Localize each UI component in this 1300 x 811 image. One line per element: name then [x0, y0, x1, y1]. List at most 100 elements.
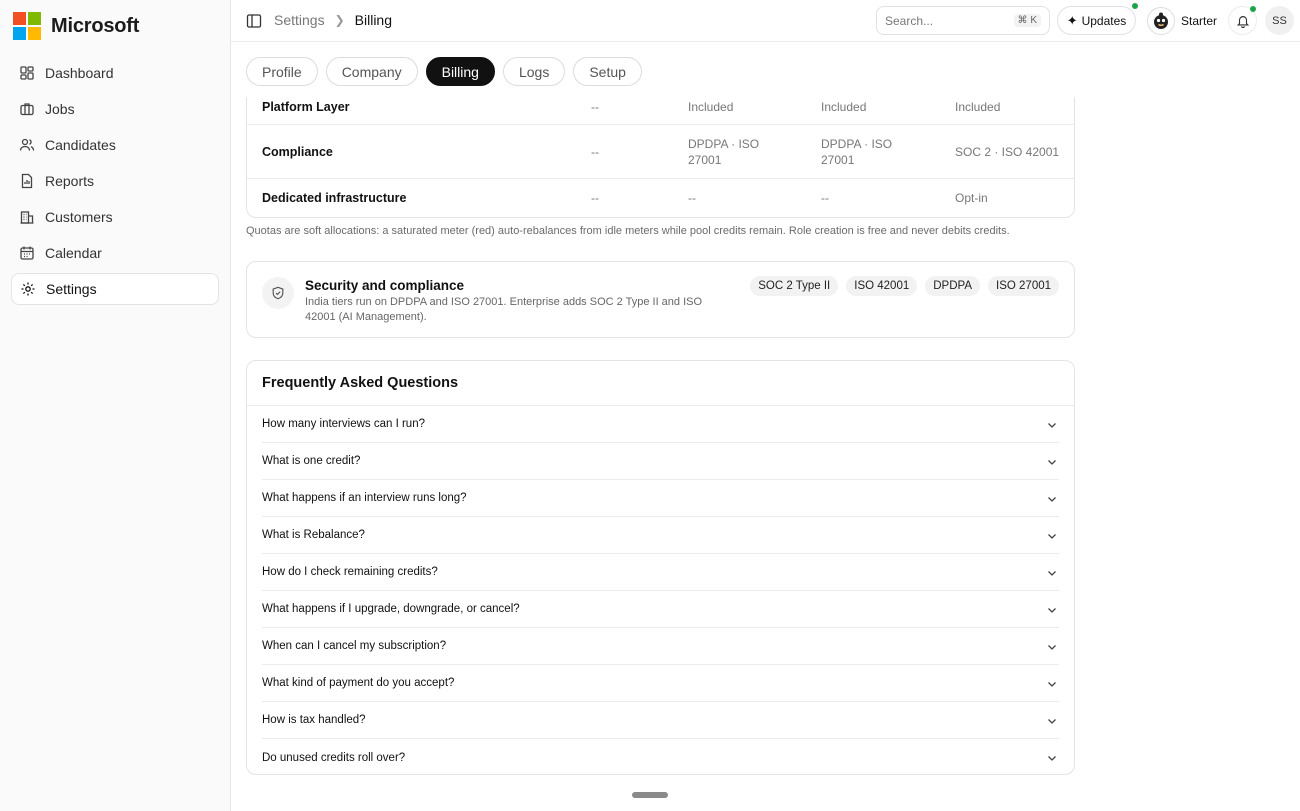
sidebar-item-customers[interactable]: Customers: [11, 201, 219, 233]
gear-icon: [21, 282, 35, 296]
notifications-dot: [1250, 6, 1256, 12]
table-cell: --: [821, 191, 829, 205]
faq-question: How do I check remaining credits?: [262, 566, 438, 578]
compliance-badge: DPDPA: [925, 276, 981, 296]
faq-item[interactable]: What is Rebalance?: [262, 517, 1059, 554]
tab-setup[interactable]: Setup: [573, 57, 642, 86]
search-input[interactable]: Search... ⌘ K: [876, 6, 1050, 35]
faq-item[interactable]: How is tax handled?: [262, 702, 1059, 739]
security-compliance-card: Security and compliance India tiers run …: [246, 261, 1075, 338]
users-icon: [19, 138, 35, 151]
table-cell: SOC 2 · ISO 42001: [955, 145, 1060, 159]
table-cell: Included: [955, 100, 1001, 114]
chevron-down-icon: [1048, 423, 1056, 428]
briefcase-icon: [20, 103, 34, 116]
chevron-down-icon: [1048, 756, 1056, 761]
table-cell: --: [591, 145, 599, 159]
faq-item[interactable]: What is one credit?: [262, 443, 1059, 480]
quota-note: Quotas are soft allocations: a saturated…: [246, 225, 1010, 237]
faq-question: What happens if I upgrade, downgrade, or…: [262, 603, 520, 615]
tab-profile[interactable]: Profile: [246, 57, 318, 86]
table-cell: Opt-in: [955, 191, 988, 205]
search-shortcut: ⌘ K: [1013, 14, 1041, 27]
compliance-badge: ISO 42001: [846, 276, 918, 296]
faq-question: What kind of payment do you accept?: [262, 677, 455, 689]
chevron-down-icon: [1048, 571, 1056, 576]
sidebar-item-dashboard[interactable]: Dashboard: [11, 57, 219, 89]
sidebar-toggle-icon[interactable]: [246, 13, 262, 29]
feature-name: Dedicated infrastructure: [262, 191, 407, 205]
faq-question: What happens if an interview runs long?: [262, 492, 467, 504]
breadcrumb: Settings ❯ Billing: [274, 12, 392, 28]
plan-switcher[interactable]: Starter: [1147, 6, 1217, 35]
table-cell: Included: [688, 100, 734, 114]
updates-notification-dot: [1132, 3, 1138, 9]
sidebar-item-label: Reports: [45, 173, 95, 189]
table-row: Dedicated infrastructure -- -- -- Opt-in: [247, 179, 1074, 218]
table-cell: --: [688, 191, 696, 205]
sidebar-item-jobs[interactable]: Jobs: [11, 93, 219, 125]
sidebar-item-label: Dashboard: [45, 65, 114, 81]
table-cell: --: [591, 100, 599, 114]
shield-icon: [262, 277, 294, 309]
compliance-badges: SOC 2 Type II ISO 42001 DPDPA ISO 27001: [742, 276, 1059, 296]
faq-item[interactable]: How do I check remaining credits?: [262, 554, 1059, 591]
faq-item[interactable]: Do unused credits roll over?: [262, 739, 1059, 774]
breadcrumb-billing: Billing: [354, 12, 393, 28]
breadcrumb-settings[interactable]: Settings: [274, 12, 325, 28]
chevron-right-icon: ❯: [334, 13, 345, 27]
faq-question: How many interviews can I run?: [262, 418, 425, 430]
faq-list: How many interviews can I run? What is o…: [247, 405, 1074, 774]
billing-content[interactable]: Platform Layer -- Included Included Incl…: [231, 97, 1300, 811]
chevron-down-icon: [1048, 534, 1056, 539]
compliance-badge: ISO 27001: [988, 276, 1059, 296]
user-avatar[interactable]: SS: [1265, 6, 1294, 35]
tab-logs[interactable]: Logs: [502, 57, 566, 86]
sidebar-item-calendar[interactable]: Calendar: [11, 237, 219, 269]
table-row: Compliance -- DPDPA · ISO 27001 DPDPA · …: [247, 125, 1074, 179]
chevron-down-icon: [1048, 460, 1056, 465]
feature-name: Platform Layer: [262, 100, 350, 114]
sidebar-item-candidates[interactable]: Candidates: [11, 129, 219, 161]
table-cell: DPDPA · ISO 27001: [688, 137, 760, 167]
microsoft-logo-icon: [13, 12, 41, 40]
building-icon: [20, 211, 34, 224]
sidebar-item-settings[interactable]: Settings: [11, 273, 219, 305]
faq-item[interactable]: When can I cancel my subscription?: [262, 628, 1059, 665]
faq-question: Do unused credits roll over?: [262, 751, 406, 764]
sidebar-item-reports[interactable]: Reports: [11, 165, 219, 197]
scroll-handle[interactable]: [632, 792, 668, 798]
security-title: Security and compliance: [305, 278, 465, 293]
faq-item[interactable]: What kind of payment do you accept?: [262, 665, 1059, 702]
feature-name: Compliance: [262, 145, 333, 159]
top-header: Settings ❯ Billing Search... ⌘ K ✦ Updat…: [231, 0, 1300, 42]
calendar-icon: [20, 246, 34, 260]
updates-button[interactable]: ✦ Updates: [1057, 6, 1136, 35]
report-icon: [21, 173, 33, 189]
sidebar-item-label: Jobs: [45, 101, 75, 117]
chevron-down-icon: [1048, 682, 1056, 687]
sidebar: Microsoft Dashboard Jobs Candidates Repo…: [0, 0, 231, 811]
security-description: India tiers run on DPDPA and ISO 27001. …: [305, 296, 703, 323]
chevron-down-icon: [1048, 719, 1056, 724]
tab-billing[interactable]: Billing: [425, 57, 495, 86]
sidebar-item-label: Customers: [45, 209, 113, 225]
plan-label: Starter: [1181, 13, 1218, 28]
faq-item[interactable]: What happens if I upgrade, downgrade, or…: [262, 591, 1059, 628]
compliance-badge: SOC 2 Type II: [750, 276, 839, 296]
chevron-down-icon: [1048, 645, 1056, 650]
sidebar-item-label: Calendar: [45, 245, 102, 261]
updates-label: Updates: [1081, 13, 1127, 28]
brand[interactable]: Microsoft: [13, 12, 139, 40]
sidebar-nav: Dashboard Jobs Candidates Reports Custom…: [11, 57, 219, 309]
chevron-down-icon: [1048, 497, 1056, 502]
table-cell: --: [591, 191, 599, 205]
tab-company[interactable]: Company: [325, 57, 418, 86]
bell-icon: [1236, 15, 1249, 28]
chevron-down-icon: [1048, 608, 1056, 613]
faq-question: What is Rebalance?: [262, 529, 365, 541]
table-cell: DPDPA · ISO 27001: [821, 137, 893, 167]
faq-item[interactable]: How many interviews can I run?: [262, 406, 1059, 443]
faq-item[interactable]: What happens if an interview runs long?: [262, 480, 1059, 517]
table-row: Platform Layer -- Included Included Incl…: [247, 97, 1074, 125]
